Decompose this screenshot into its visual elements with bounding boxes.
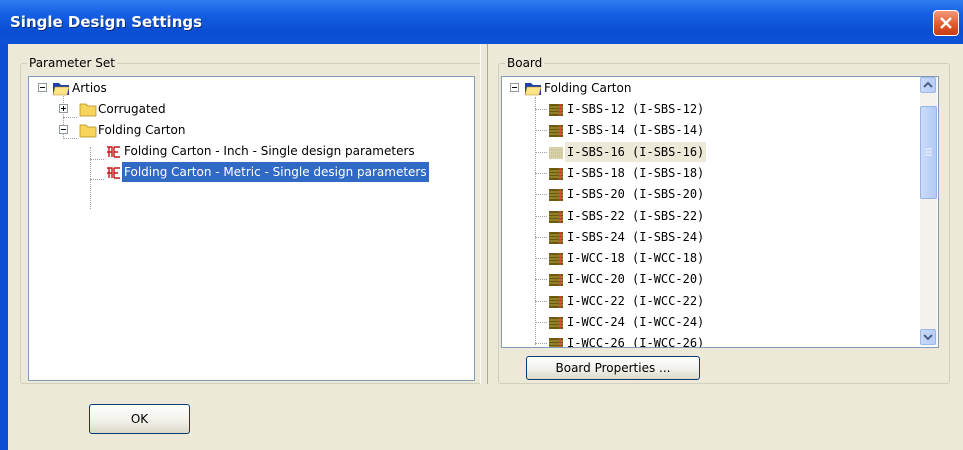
tree-node-corrugated[interactable]: Corrugated [96, 99, 168, 119]
board-item-label: I-WCC-24 (I-WCC-24) [567, 315, 705, 329]
parameter-set-title: Parameter Set [27, 56, 117, 70]
board-item[interactable]: I-SBS-12 (I-SBS-12) [565, 99, 706, 119]
board-icon [549, 317, 563, 329]
board-scrollbar[interactable] [920, 77, 937, 345]
chevron-up-icon [923, 81, 933, 88]
folder-open-icon [524, 83, 542, 96]
board-icon [549, 189, 563, 201]
collapse-folding-carton[interactable] [59, 125, 68, 134]
board-item-label: I-SBS-16 (I-SBS-16) [565, 142, 707, 162]
board-item[interactable]: I-WCC-26 (I-WCC-26) [565, 333, 706, 348]
collapse-artios[interactable] [38, 83, 47, 92]
parameter-file-icon [107, 146, 120, 158]
board-item[interactable]: I-WCC-20 (I-WCC-20) [565, 269, 706, 289]
board-item[interactable]: I-SBS-16 (I-SBS-16) [565, 142, 707, 162]
board-root-label: Folding Carton [544, 81, 632, 95]
board-item[interactable]: I-WCC-22 (I-WCC-22) [565, 291, 706, 311]
board-icon [549, 274, 563, 286]
folder-icon [79, 103, 97, 117]
scroll-up-button[interactable] [920, 77, 936, 93]
board-icon [549, 232, 563, 244]
board-icon [549, 147, 563, 159]
close-icon [940, 17, 952, 29]
expand-corrugated[interactable] [59, 104, 68, 113]
parameter-file-icon [107, 167, 120, 179]
board-item[interactable]: I-SBS-18 (I-SBS-18) [565, 163, 706, 183]
board-item[interactable]: I-SBS-24 (I-SBS-24) [565, 227, 706, 247]
board-item-label: I-WCC-20 (I-WCC-20) [567, 272, 705, 286]
board-properties-button[interactable]: Board Properties ... [526, 356, 700, 380]
folder-icon [79, 124, 97, 138]
board-item-label: I-SBS-22 (I-SBS-22) [567, 209, 705, 223]
board-item-label: I-WCC-26 (I-WCC-26) [567, 336, 705, 348]
grip-icon [925, 148, 932, 156]
window-title: Single Design Settings [10, 13, 203, 31]
tree-node-artios[interactable]: Artios [70, 78, 109, 98]
board-item-label: I-WCC-22 (I-WCC-22) [567, 294, 705, 308]
board-icon [549, 296, 563, 308]
tree-node-inch-label: Folding Carton - Inch - Single design pa… [124, 144, 415, 158]
board-item-label: I-SBS-12 (I-SBS-12) [567, 102, 705, 116]
board-item-label: I-SBS-18 (I-SBS-18) [567, 166, 705, 180]
board-item[interactable]: I-SBS-22 (I-SBS-22) [565, 206, 706, 226]
tree-node-folding-carton-label: Folding Carton [98, 123, 186, 137]
board-icon [549, 104, 563, 116]
collapse-board-root[interactable] [510, 83, 519, 92]
dialog-window: Single Design Settings Parameter Set Art… [0, 0, 963, 450]
board-root-node[interactable]: Folding Carton [542, 78, 633, 98]
board-icon [549, 211, 563, 223]
close-button[interactable] [933, 10, 959, 36]
tree-node-metric-label: Folding Carton - Metric - Single design … [121, 161, 430, 183]
board-item-label: I-SBS-24 (I-SBS-24) [567, 230, 705, 244]
tree-node-artios-label: Artios [72, 81, 107, 95]
board-item[interactable]: I-SBS-14 (I-SBS-14) [565, 120, 706, 140]
board-item-label: I-SBS-20 (I-SBS-20) [567, 187, 705, 201]
scroll-down-button[interactable] [920, 329, 936, 345]
title-bar[interactable]: Single Design Settings [0, 0, 963, 44]
board-tree[interactable]: Folding Carton I-SBS-12 (I-SBS-12) I-SBS-… [501, 76, 939, 348]
board-icon [549, 168, 563, 180]
board-title: Board [505, 56, 545, 70]
board-item[interactable]: I-WCC-24 (I-WCC-24) [565, 312, 706, 332]
board-item[interactable]: I-WCC-18 (I-WCC-18) [565, 248, 706, 268]
dialog-client: Parameter Set Artios Corrugated Folding … [8, 44, 963, 450]
board-item[interactable]: I-SBS-20 (I-SBS-20) [565, 184, 706, 204]
tree-node-inch-parameters[interactable]: Folding Carton - Inch - Single design pa… [122, 141, 417, 161]
board-icon [549, 253, 563, 265]
board-item-label: I-WCC-18 (I-WCC-18) [567, 251, 705, 265]
tree-node-folding-carton[interactable]: Folding Carton [96, 120, 187, 140]
tree-node-corrugated-label: Corrugated [98, 102, 166, 116]
board-icon [549, 338, 563, 347]
tree-node-metric-parameters[interactable]: Folding Carton - Metric - Single design … [121, 161, 430, 183]
chevron-down-icon [923, 334, 933, 341]
pane-splitter[interactable] [480, 44, 488, 384]
scroll-thumb[interactable] [920, 106, 937, 199]
board-item-label: I-SBS-14 (I-SBS-14) [567, 123, 705, 137]
parameter-set-tree[interactable]: Artios Corrugated Folding Carton Folding… [28, 76, 475, 381]
board-icon [549, 125, 563, 137]
folder-open-icon [52, 83, 70, 96]
ok-button[interactable]: OK [89, 404, 190, 434]
